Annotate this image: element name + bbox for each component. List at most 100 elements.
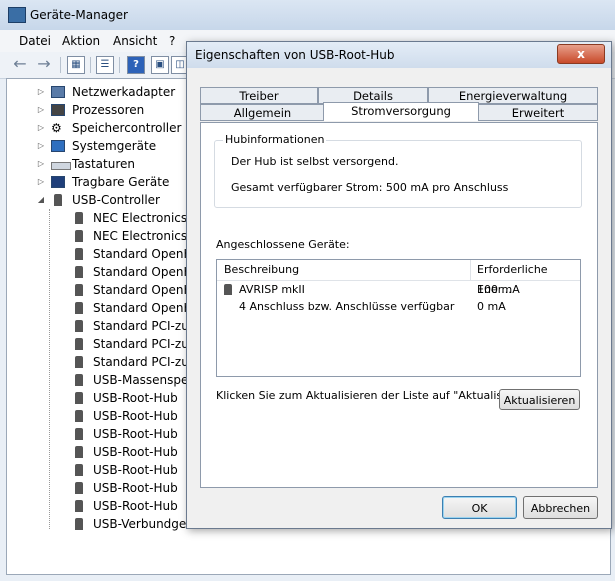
usb-device-icon xyxy=(75,518,83,530)
refresh-button[interactable]: Aktualisieren xyxy=(499,389,580,410)
attached-devices-list[interactable]: Beschreibung Erforderliche Ener... AVRIS… xyxy=(216,259,581,377)
close-button[interactable]: x xyxy=(557,44,605,64)
cancel-button[interactable]: Abbrechen xyxy=(523,496,598,519)
tree-label: USB-Verbundgerä xyxy=(93,517,199,531)
menu-ansicht[interactable]: Ansicht xyxy=(113,34,157,48)
list-row[interactable]: AVRISP mkII 100 mA xyxy=(217,282,580,298)
tree-label: USB-Root-Hub xyxy=(93,445,178,459)
device-power: 100 mA xyxy=(477,283,520,296)
tab-label: Erweitert xyxy=(511,106,565,120)
tree-label: USB-Root-Hub xyxy=(93,427,178,441)
usb-device-icon xyxy=(75,500,83,512)
tree-label: Prozessoren xyxy=(72,103,145,117)
tab-label: Details xyxy=(353,89,393,103)
device-description: 4 Anschluss bzw. Anschlüsse verfügbar xyxy=(239,300,455,313)
tree-label: Standard OpenHC xyxy=(93,283,201,297)
system-device-icon xyxy=(51,140,65,152)
usb-device-icon xyxy=(75,464,83,476)
main-window-title: Geräte-Manager xyxy=(30,8,128,22)
tree-label: Netzwerkadapter xyxy=(72,85,176,99)
usb-device-icon xyxy=(75,320,83,332)
usb-device-icon xyxy=(75,428,83,440)
hub-info-title: Hubinformationen xyxy=(223,133,327,146)
column-header-power[interactable]: Erforderliche Ener... xyxy=(477,260,580,296)
main-title-bar[interactable]: Geräte-Manager xyxy=(0,0,615,30)
usb-device-icon xyxy=(224,284,232,295)
tree-label: Standard OpenHC xyxy=(93,265,201,279)
usb-device-icon xyxy=(75,356,83,368)
toolbar-separator xyxy=(60,57,61,73)
processor-icon xyxy=(51,104,65,116)
usb-device-icon xyxy=(75,266,83,278)
list-row[interactable]: 4 Anschluss bzw. Anschlüsse verfügbar 0 … xyxy=(217,299,580,315)
keyboard-icon xyxy=(51,162,71,170)
usb-device-icon xyxy=(75,212,83,224)
tree-label: USB-Root-Hub xyxy=(93,499,178,513)
toolbar-separator xyxy=(90,57,91,73)
usb-device-icon xyxy=(75,248,83,260)
usb-device-icon xyxy=(75,446,83,458)
usb-device-icon xyxy=(75,410,83,422)
expand-icon[interactable]: ▷ xyxy=(37,173,45,191)
expand-icon[interactable]: ▷ xyxy=(37,101,45,119)
column-header-description[interactable]: Beschreibung xyxy=(224,260,299,280)
tab-label: Energieverwaltung xyxy=(458,89,568,103)
tree-label: USB-Massenspeic xyxy=(93,373,199,387)
usb-device-icon xyxy=(75,338,83,350)
menu-datei[interactable]: Datei xyxy=(19,34,51,48)
hub-power-text: Gesamt verfügbarer Strom: 500 mA pro Ans… xyxy=(231,181,509,194)
tree-label: USB-Controller xyxy=(72,193,160,207)
portable-device-icon xyxy=(51,176,65,188)
toolbar-separator xyxy=(119,57,120,73)
attached-devices-label: Angeschlossene Geräte: xyxy=(216,238,350,251)
tree-label: USB-Root-Hub xyxy=(93,463,178,477)
properties-dialog: Eigenschaften von USB-Root-Hub x Treiber… xyxy=(186,41,612,529)
usb-device-icon xyxy=(75,392,83,404)
expand-icon[interactable]: ▷ xyxy=(37,137,45,155)
refresh-hint-text: Klicken Sie zum Aktualisieren der Liste … xyxy=(216,389,539,402)
tab-erweitert[interactable]: Erweitert xyxy=(478,104,598,121)
menu-help[interactable]: ? xyxy=(169,34,175,48)
device-manager-icon xyxy=(8,7,26,23)
hub-info-group: Hubinformationen Der Hub ist selbst vers… xyxy=(214,133,582,208)
expand-icon[interactable]: ▷ xyxy=(37,83,45,101)
back-icon[interactable]: ← xyxy=(12,56,28,72)
collapse-icon[interactable]: ◢ xyxy=(37,191,45,209)
tab-treiber[interactable]: Treiber xyxy=(200,87,318,104)
usb-device-icon xyxy=(75,302,83,314)
tab-stromversorgung[interactable]: Stromversorgung xyxy=(323,102,479,121)
column-separator[interactable] xyxy=(470,260,471,280)
tab-label: Stromversorgung xyxy=(351,104,451,118)
usb-device-icon xyxy=(75,482,83,494)
properties-view-icon[interactable]: ▦ xyxy=(67,56,85,74)
tree-label: Tragbare Geräte xyxy=(72,175,170,189)
usb-device-icon xyxy=(75,284,83,296)
usb-device-icon xyxy=(75,230,83,242)
tree-label: NEC Electronics U xyxy=(93,211,200,225)
forward-icon[interactable]: → xyxy=(36,56,52,72)
tree-label: Systemgeräte xyxy=(72,139,157,153)
list-header: Beschreibung Erforderliche Ener... xyxy=(217,260,580,296)
tab-label: Allgemein xyxy=(233,106,292,120)
tab-panel-stromversorgung: Hubinformationen Der Hub ist selbst vers… xyxy=(200,122,598,488)
device-icon[interactable]: ▣ xyxy=(151,56,169,74)
expand-icon[interactable]: ▷ xyxy=(37,119,45,137)
tab-allgemein[interactable]: Allgemein xyxy=(200,104,325,121)
tab-label: Treiber xyxy=(239,89,279,103)
tree-label: USB-Root-Hub xyxy=(93,391,178,405)
tree-label: Tastaturen xyxy=(72,157,135,171)
tree-label: Standard OpenHC xyxy=(93,247,201,261)
hub-self-powered-text: Der Hub ist selbst versorgend. xyxy=(231,155,399,168)
expand-icon[interactable]: ▷ xyxy=(37,155,45,173)
tree-label: NEC Electronics U xyxy=(93,229,200,243)
menu-aktion[interactable]: Aktion xyxy=(62,34,100,48)
network-adapter-icon xyxy=(51,86,65,98)
close-icon: x xyxy=(577,47,585,61)
help-icon[interactable]: ? xyxy=(127,56,145,74)
list-icon[interactable]: ☰ xyxy=(96,56,114,74)
dialog-title-bar[interactable]: Eigenschaften von USB-Root-Hub x xyxy=(187,42,611,68)
tree-connector xyxy=(49,209,51,529)
tree-label: Speichercontroller xyxy=(72,121,182,135)
ok-button[interactable]: OK xyxy=(442,496,517,519)
tree-label: USB-Root-Hub xyxy=(93,409,178,423)
